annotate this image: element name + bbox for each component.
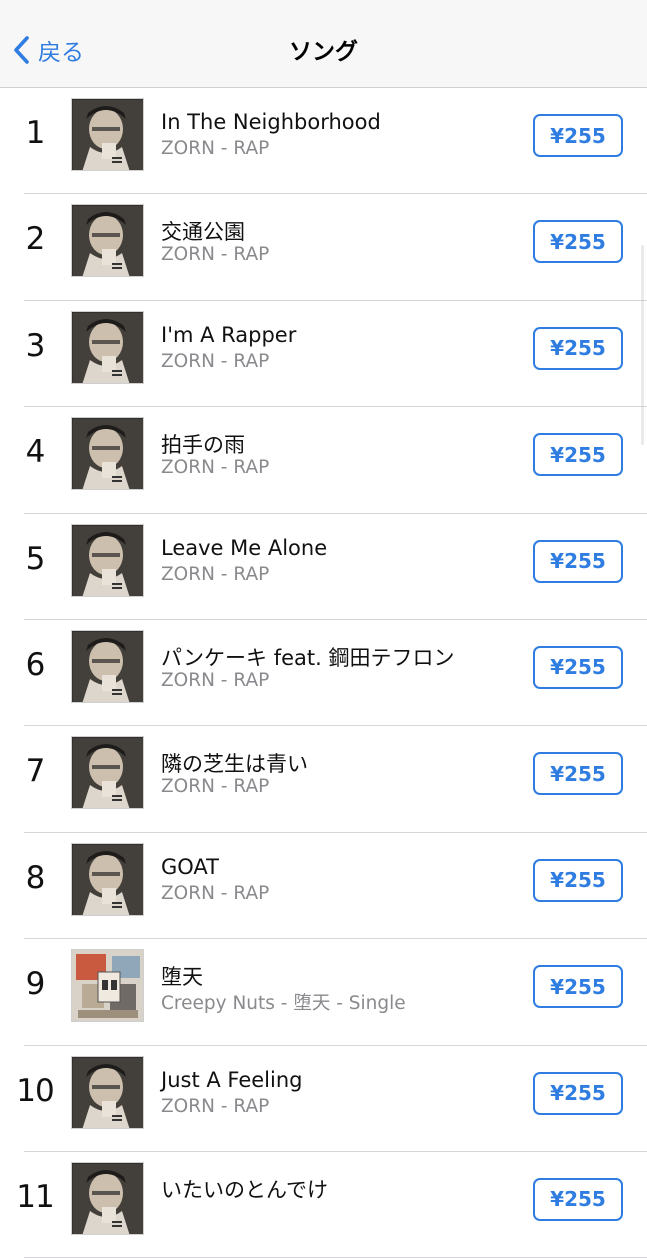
rank-number: 6 (25, 646, 46, 683)
song-title: 拍手の雨 (161, 433, 245, 458)
song-subtitle: ZORN - RAP (161, 1095, 270, 1117)
song-row[interactable]: 11 いたいのとんでけ ¥255 (0, 1152, 647, 1258)
album-artwork (71, 949, 144, 1023)
song-row[interactable]: 10 Just A Feeling ZORN - RAP ¥255 (0, 1046, 647, 1153)
album-artwork (71, 1055, 144, 1129)
price-button[interactable]: ¥255 (533, 433, 623, 477)
song-subtitle: ZORN - RAP (161, 350, 270, 372)
rank-number: 10 (16, 1072, 54, 1109)
song-row[interactable]: 6 パンケーキ feat. 鋼田テフロン ZORN - RAP ¥255 (0, 620, 647, 727)
price-button[interactable]: ¥255 (533, 645, 623, 689)
rank-number: 1 (25, 115, 46, 151)
rank-number: 9 (25, 966, 46, 1003)
album-artwork (71, 629, 144, 703)
song-list: 1 In The Neighborhood ZORN - RAP ¥255 2 … (0, 88, 647, 1258)
song-row[interactable]: 9 堕天 Creepy Nuts - 堕天 - Single ¥255 (0, 939, 647, 1046)
rank-number: 8 (25, 859, 46, 896)
song-row[interactable]: 3 I'm A Rapper ZORN - RAP ¥255 (0, 301, 647, 408)
price-button[interactable]: ¥255 (533, 752, 623, 796)
song-title: パンケーキ feat. 鋼田テフロン (161, 645, 455, 670)
navigation-bar: 戻る ソング (0, 0, 647, 88)
song-subtitle: ZORN - RAP (161, 669, 270, 691)
song-row[interactable]: 8 GOAT ZORN - RAP ¥255 (0, 833, 647, 940)
rank-number: 7 (25, 753, 46, 790)
song-title: Leave Me Alone (161, 535, 328, 560)
rank-number: 2 (25, 221, 46, 258)
song-title: 堕天 (161, 965, 203, 990)
scroll-indicator[interactable] (641, 245, 644, 445)
song-title: I'm A Rapper (161, 322, 297, 347)
song-subtitle: ZORN - RAP (161, 244, 270, 266)
song-title: 隣の芝生は青い (161, 752, 308, 777)
rank-number: 11 (16, 1178, 54, 1215)
price-button[interactable]: ¥255 (533, 965, 623, 1009)
song-subtitle: ZORN - RAP (161, 776, 270, 798)
song-row[interactable]: 4 拍手の雨 ZORN - RAP ¥255 (0, 407, 647, 514)
price-button[interactable]: ¥255 (533, 114, 623, 157)
song-title: 交通公園 (161, 220, 245, 245)
price-button[interactable]: ¥255 (533, 1071, 623, 1115)
album-artwork (71, 523, 144, 597)
price-button[interactable]: ¥255 (533, 1177, 623, 1221)
song-title: いたいのとんでけ (161, 1177, 328, 1202)
album-artwork (71, 310, 144, 384)
song-subtitle: ZORN - RAP (161, 563, 270, 585)
song-title: In The Neighborhood (161, 110, 381, 134)
price-button[interactable]: ¥255 (533, 858, 623, 902)
album-artwork (71, 417, 144, 491)
song-title: Just A Feeling (161, 1067, 303, 1092)
price-button[interactable]: ¥255 (533, 220, 623, 264)
album-artwork (71, 204, 144, 278)
album-artwork (71, 1161, 144, 1235)
song-subtitle: ZORN - RAP (161, 457, 270, 479)
album-artwork (71, 98, 144, 171)
price-button[interactable]: ¥255 (533, 539, 623, 583)
song-row[interactable]: 2 交通公園 ZORN - RAP ¥255 (0, 194, 647, 302)
song-row[interactable]: 5 Leave Me Alone ZORN - RAP ¥255 (0, 514, 647, 621)
rank-number: 3 (25, 327, 46, 364)
song-row[interactable]: 7 隣の芝生は青い ZORN - RAP ¥255 (0, 726, 647, 834)
page-title: ソング (289, 39, 358, 65)
song-row[interactable]: 1 In The Neighborhood ZORN - RAP ¥255 (0, 88, 647, 195)
album-artwork (71, 736, 144, 810)
song-title: GOAT (161, 854, 219, 879)
price-button[interactable]: ¥255 (533, 326, 623, 370)
album-artwork (71, 842, 144, 916)
rank-number: 5 (25, 540, 46, 577)
song-subtitle: Creepy Nuts - 堕天 - Single (161, 993, 406, 1015)
rank-number: 4 (25, 434, 46, 471)
song-subtitle: ZORN - RAP (161, 882, 270, 904)
song-subtitle: ZORN - RAP (161, 138, 270, 159)
